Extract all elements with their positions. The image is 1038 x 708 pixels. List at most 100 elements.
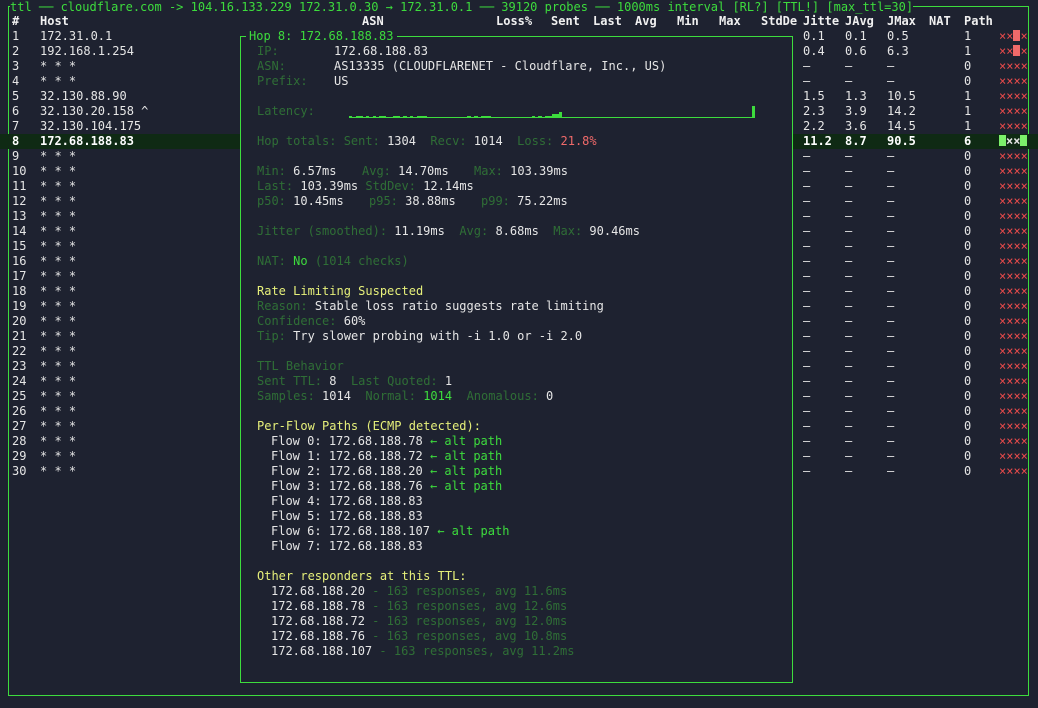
hop-path-count: 1 xyxy=(964,44,972,58)
latency-bar xyxy=(487,116,492,118)
hop-number: 20 xyxy=(12,314,27,328)
hop-jmax: – xyxy=(887,179,895,193)
hop-javg: – xyxy=(845,374,853,388)
col-loss[interactable]: Loss% xyxy=(496,14,532,29)
hop-jitter: – xyxy=(803,374,811,388)
hop-number: 29 xyxy=(12,449,27,463)
latency-bar xyxy=(382,116,387,118)
others-heading: Other responders at this TTL: xyxy=(257,569,467,583)
hop-flags: ×××× xyxy=(999,314,1028,328)
hop-jmax: – xyxy=(887,359,895,373)
hop-jmax: 14.2 xyxy=(887,104,916,118)
hop-javg: 1.3 xyxy=(845,89,867,103)
hop-path-count: 0 xyxy=(964,464,972,478)
col-avg[interactable]: Avg xyxy=(635,14,657,29)
col-stddev[interactable]: StdDe xyxy=(761,14,797,29)
hop-number: 13 xyxy=(12,209,27,223)
hop-jitter: – xyxy=(803,179,811,193)
hop-number: 28 xyxy=(12,434,27,448)
hop-jmax: 6.3 xyxy=(887,44,909,58)
hop-javg: – xyxy=(845,74,853,88)
hop-flags: ×××× xyxy=(999,269,1028,283)
stats-line-2: Last: 103.39ms StdDev: 12.14ms xyxy=(257,179,474,193)
stats-line-1: Min: 6.57ms Avg: 14.70ms Max: 103.39ms xyxy=(257,164,568,178)
hop-javg: – xyxy=(845,449,853,463)
col-asn[interactable]: ASN xyxy=(362,14,384,29)
hop-jmax: 14.5 xyxy=(887,119,916,133)
col-nat[interactable]: NAT xyxy=(929,14,951,29)
col-sent[interactable]: Sent xyxy=(551,14,580,29)
hop-jmax: 10.5 xyxy=(887,89,916,103)
hop-flags: ×××× xyxy=(999,104,1028,118)
hop-host: 32.130.20.158 ^ xyxy=(40,104,149,118)
responder-item: 172.68.188.78 - 163 responses, avg 12.6m… xyxy=(271,599,568,613)
latency-bar xyxy=(467,116,471,118)
hop-flags: ×××× xyxy=(999,254,1028,268)
hop-jitter: – xyxy=(803,389,811,403)
rate-limit-tip: Tip: Try slower probing with -i 1.0 or -… xyxy=(257,329,583,343)
hop-jitter: – xyxy=(803,59,811,73)
hop-flags: ×××× xyxy=(999,419,1028,433)
hop-jmax: – xyxy=(887,164,895,178)
hop-jitter: 0.1 xyxy=(803,29,825,43)
hop-jitter: – xyxy=(803,359,811,373)
hop-number: 7 xyxy=(12,119,20,133)
hop-flags: ×××× xyxy=(999,164,1028,178)
asn-line: ASN: AS13335 (CLOUDFLARENET - Cloudflare,… xyxy=(257,59,667,73)
col-max[interactable]: Max xyxy=(719,14,741,29)
hop-path-count: 0 xyxy=(964,224,972,238)
hop-flags: ×××× xyxy=(999,284,1028,298)
hop-flags: ×××× xyxy=(999,209,1028,223)
hop-number: 17 xyxy=(12,269,27,283)
hop-number: 25 xyxy=(12,389,27,403)
hop-path-count: 0 xyxy=(964,74,972,88)
hop-number: 5 xyxy=(12,89,20,103)
col-num[interactable]: # xyxy=(12,14,19,29)
flow-item: Flow 0: 172.68.188.78 ← alt path xyxy=(271,434,503,448)
hop-javg: – xyxy=(845,209,853,223)
col-last[interactable]: Last xyxy=(593,14,622,29)
hop-jmax: – xyxy=(887,344,895,358)
flow-item: Flow 6: 172.68.188.107 ← alt path xyxy=(271,524,510,538)
hop-flags: ×××× xyxy=(999,119,1028,133)
hop-flags: ×××× xyxy=(999,344,1028,358)
hop-jmax: – xyxy=(887,464,895,478)
hop-host: * * * xyxy=(40,329,77,343)
col-jmax[interactable]: JMax xyxy=(887,14,916,29)
hop-path-count: 0 xyxy=(964,149,972,163)
hop-jmax: – xyxy=(887,389,895,403)
hop-javg: – xyxy=(845,164,853,178)
title-bar: ttl ── cloudflare.com -> 104.16.133.229 … xyxy=(10,0,914,14)
col-javg[interactable]: JAvg xyxy=(845,14,874,29)
hop-host: * * * xyxy=(40,359,77,373)
latency-bar xyxy=(531,116,536,118)
col-min[interactable]: Min xyxy=(677,14,699,29)
col-path[interactable]: Path xyxy=(964,14,993,29)
hop-jitter: – xyxy=(803,194,811,208)
hop-jmax: – xyxy=(887,194,895,208)
flow-item: Flow 4: 172.68.188.83 xyxy=(271,494,423,508)
hop-jitter: – xyxy=(803,74,811,88)
hop-flags: ×××× xyxy=(999,434,1028,448)
hop-flags: ×××× xyxy=(999,464,1028,478)
hop-host: * * * xyxy=(40,269,77,283)
hop-javg: – xyxy=(845,299,853,313)
hop-host: * * * xyxy=(40,194,77,208)
hop-path-count: 0 xyxy=(964,284,972,298)
hop-number: 30 xyxy=(12,464,27,478)
hop-number: 1 xyxy=(12,29,20,43)
hop-jitter: – xyxy=(803,254,811,268)
hop-path-count: 0 xyxy=(964,299,972,313)
hop-javg: – xyxy=(845,389,853,403)
col-jitter[interactable]: Jitte xyxy=(803,14,839,29)
latency-bar xyxy=(372,116,377,118)
hop-javg: – xyxy=(845,344,853,358)
col-host[interactable]: Host xyxy=(40,14,69,29)
hop-host: * * * xyxy=(40,74,77,88)
hop-host: 32.130.104.175 xyxy=(40,119,142,133)
hop-flags: ×× xyxy=(999,134,1028,149)
hop-totals: Hop totals: Sent: 1304 Recv: 1014 Loss: … xyxy=(257,134,597,148)
hop-host: * * * xyxy=(40,239,77,253)
hop-jmax: – xyxy=(887,59,895,73)
hop-number: 6 xyxy=(12,104,20,118)
